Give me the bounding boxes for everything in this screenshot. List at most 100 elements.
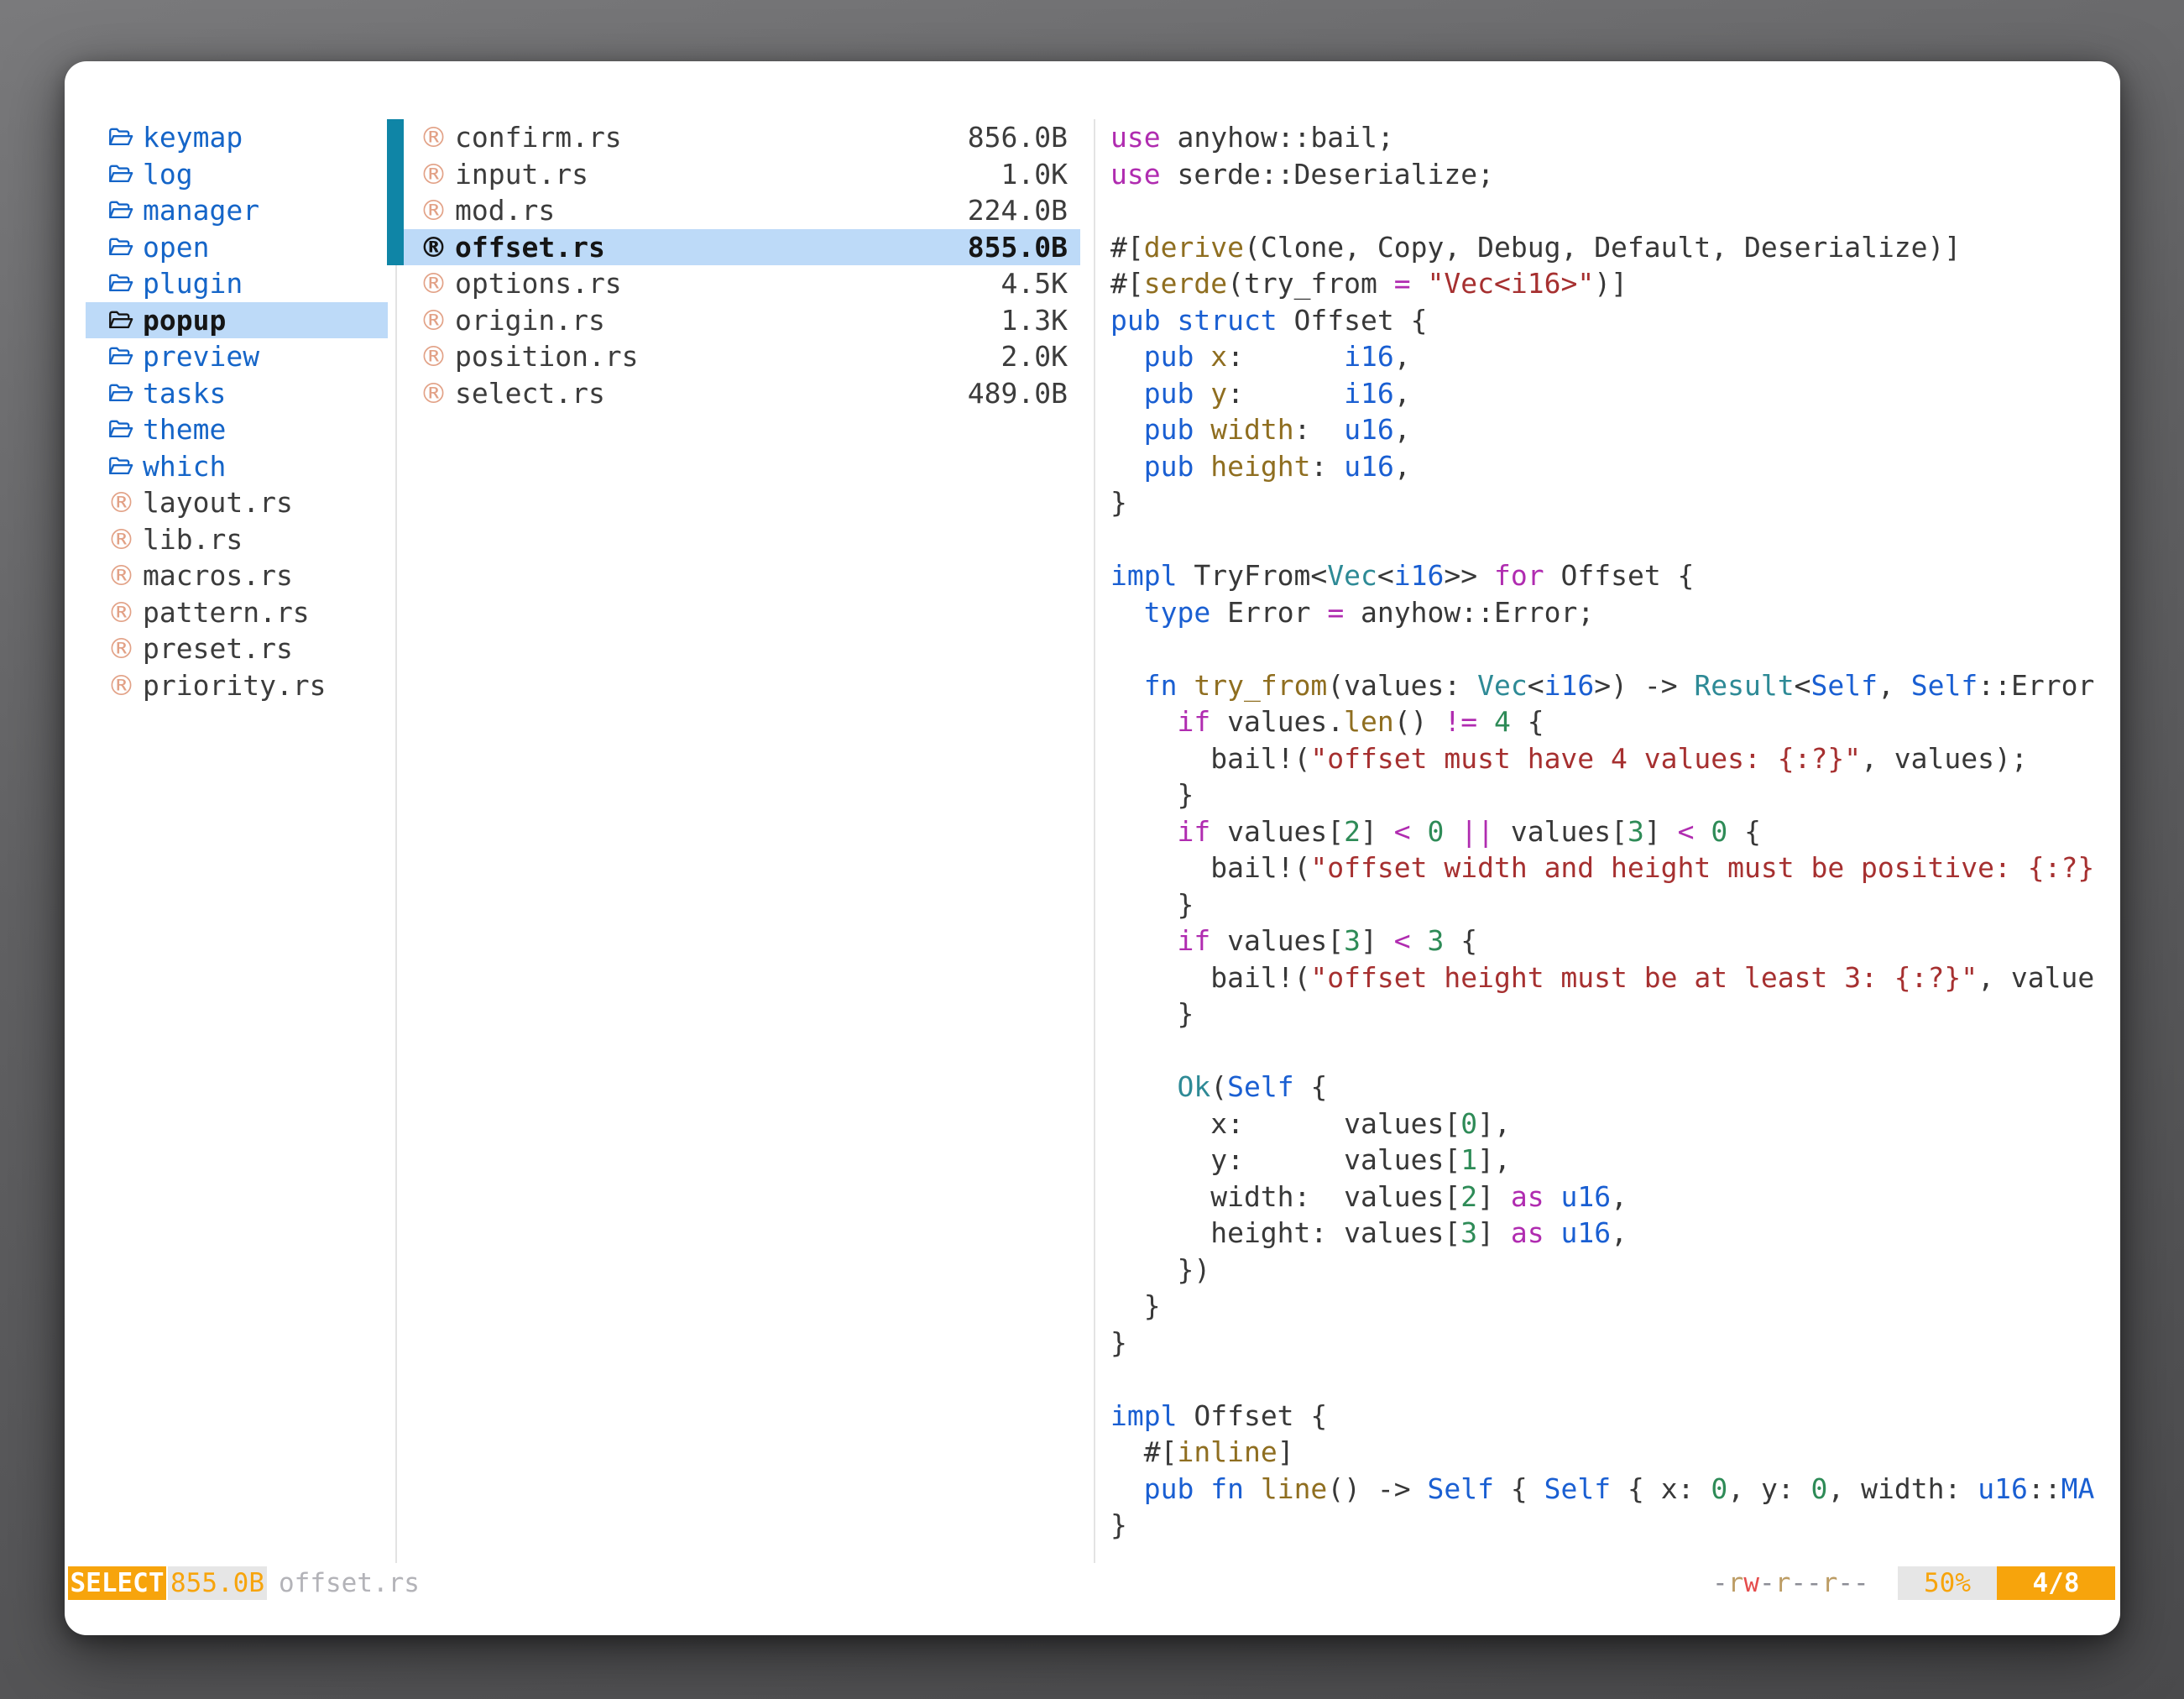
pane-separator-right [1094,119,1095,1563]
sidebar-item[interactable]: ® keymap [86,119,388,156]
sidebar-item[interactable]: ® layout.rs [86,484,388,521]
code-line: } [1110,484,2114,521]
sidebar-item[interactable]: ® preview [86,338,388,375]
code-line: pub height: u16, [1110,448,2114,485]
item-icon-box: ® [107,453,137,479]
file-size: 4.5K [1001,265,1068,302]
item-label: keymap [143,119,388,156]
code-line: if values[3] < 3 { [1110,923,2114,959]
rust-file-icon: ® [420,269,447,298]
item-icon-box: ® [107,343,137,369]
item-label: preview [143,338,388,375]
item-label: pattern.rs [143,594,388,631]
code-line: } [1110,1325,2114,1362]
file-name: options.rs [455,265,993,302]
file-row[interactable]: ® select.rs 489.0B [404,375,1080,412]
code-line: width: values[2] as u16, [1110,1179,2114,1215]
file-name: offset.rs [455,229,959,266]
item-icon-box: ® [420,196,449,225]
file-name: mod.rs [455,192,959,229]
item-icon-box: ® [107,307,137,333]
item-icon-box: ® [420,379,449,408]
rust-file-icon: ® [420,342,447,371]
item-icon-box: ® [107,561,137,590]
file-size-badge: 855.0B [168,1566,267,1600]
file-row[interactable]: ® origin.rs 1.3K [404,302,1080,339]
code-line [1110,192,2114,229]
folder-open-icon [107,416,133,442]
code-line: x: values[0], [1110,1106,2114,1142]
item-label: theme [143,411,388,448]
file-row[interactable]: ® confirm.rs 856.0B [404,119,1080,156]
item-icon-box: ® [107,598,137,627]
sidebar-item[interactable]: ® preset.rs [86,630,388,667]
file-row[interactable]: ® input.rs 1.0K [404,156,1080,193]
code-line: pub y: i16, [1110,375,2114,412]
rust-file-icon: ® [107,488,135,517]
scrollbar-thumb[interactable] [387,119,404,265]
sidebar-item[interactable]: ® popup [86,302,388,339]
item-label: preset.rs [143,630,388,667]
mode-badge: SELECT [68,1566,166,1600]
file-manager-window: ® keymap ® log ® [65,61,2120,1635]
status-bar: SELECT 855.0B offset.rs -rw-r--r-- 50% 4… [65,1566,2120,1600]
file-size: 1.0K [1001,156,1068,193]
code-line: height: values[3] as u16, [1110,1215,2114,1252]
code-line: } [1110,996,2114,1032]
item-icon-box: ® [107,161,137,187]
sidebar-item[interactable]: ® plugin [86,265,388,302]
sidebar-item[interactable]: ® pattern.rs [86,594,388,631]
rust-file-icon: ® [420,123,447,152]
file-name: position.rs [455,338,993,375]
item-icon-box: ® [420,159,449,189]
item-icon-box: ® [107,270,137,296]
folder-open-icon [107,197,133,223]
code-line: } [1110,1507,2114,1544]
folder-open-icon [107,270,133,296]
folder-open-icon [107,307,133,333]
sidebar-item[interactable]: ® manager [86,192,388,229]
code-line: } [1110,1288,2114,1325]
sidebar-item[interactable]: ® lib.rs [86,521,388,558]
code-line: fn try_from(values: Vec<i16>) -> Result<… [1110,667,2114,704]
item-icon-box: ® [420,306,449,335]
sidebar-item[interactable]: ® open [86,229,388,266]
code-line [1110,630,2114,667]
item-icon-box: ® [107,124,137,150]
sidebar-item[interactable]: ® theme [86,411,388,448]
status-right-group: -rw-r--r-- 50% 4/8 [1712,1566,2115,1600]
item-icon-box: ® [107,416,137,442]
code-line: if values[2] < 0 || values[3] < 0 { [1110,813,2114,850]
file-row[interactable]: ® position.rs 2.0K [404,338,1080,375]
item-label: log [143,156,388,193]
sidebar-item[interactable]: ® tasks [86,375,388,412]
file-size: 489.0B [968,375,1068,412]
item-icon-box: ® [107,525,137,554]
item-icon-box: ® [107,380,137,406]
item-label: which [143,448,388,485]
folder-open-icon [107,124,133,150]
code-line: } [1110,886,2114,923]
file-row[interactable]: ® options.rs 4.5K [404,265,1080,302]
item-icon-box: ® [420,233,449,262]
rust-file-icon: ® [107,561,135,590]
code-line: } [1110,776,2114,813]
code-line: bail!("offset width and height must be p… [1110,850,2114,886]
item-label: open [143,229,388,266]
file-size: 1.3K [1001,302,1068,339]
code-line: pub x: i16, [1110,338,2114,375]
item-icon-box: ® [420,269,449,298]
file-size: 855.0B [968,229,1068,266]
code-line [1110,521,2114,558]
sidebar-item[interactable]: ® log [86,156,388,193]
sidebar-item[interactable]: ® which [86,448,388,485]
file-row[interactable]: ® offset.rs 855.0B [404,229,1080,266]
file-row[interactable]: ® mod.rs 224.0B [404,192,1080,229]
sidebar-item[interactable]: ® macros.rs [86,557,388,594]
sidebar-item[interactable]: ® priority.rs [86,667,388,704]
file-name: origin.rs [455,302,993,339]
rust-file-icon: ® [420,196,447,225]
rust-file-icon: ® [107,598,135,627]
folder-open-icon [107,343,133,369]
folder-open-icon [107,161,133,187]
